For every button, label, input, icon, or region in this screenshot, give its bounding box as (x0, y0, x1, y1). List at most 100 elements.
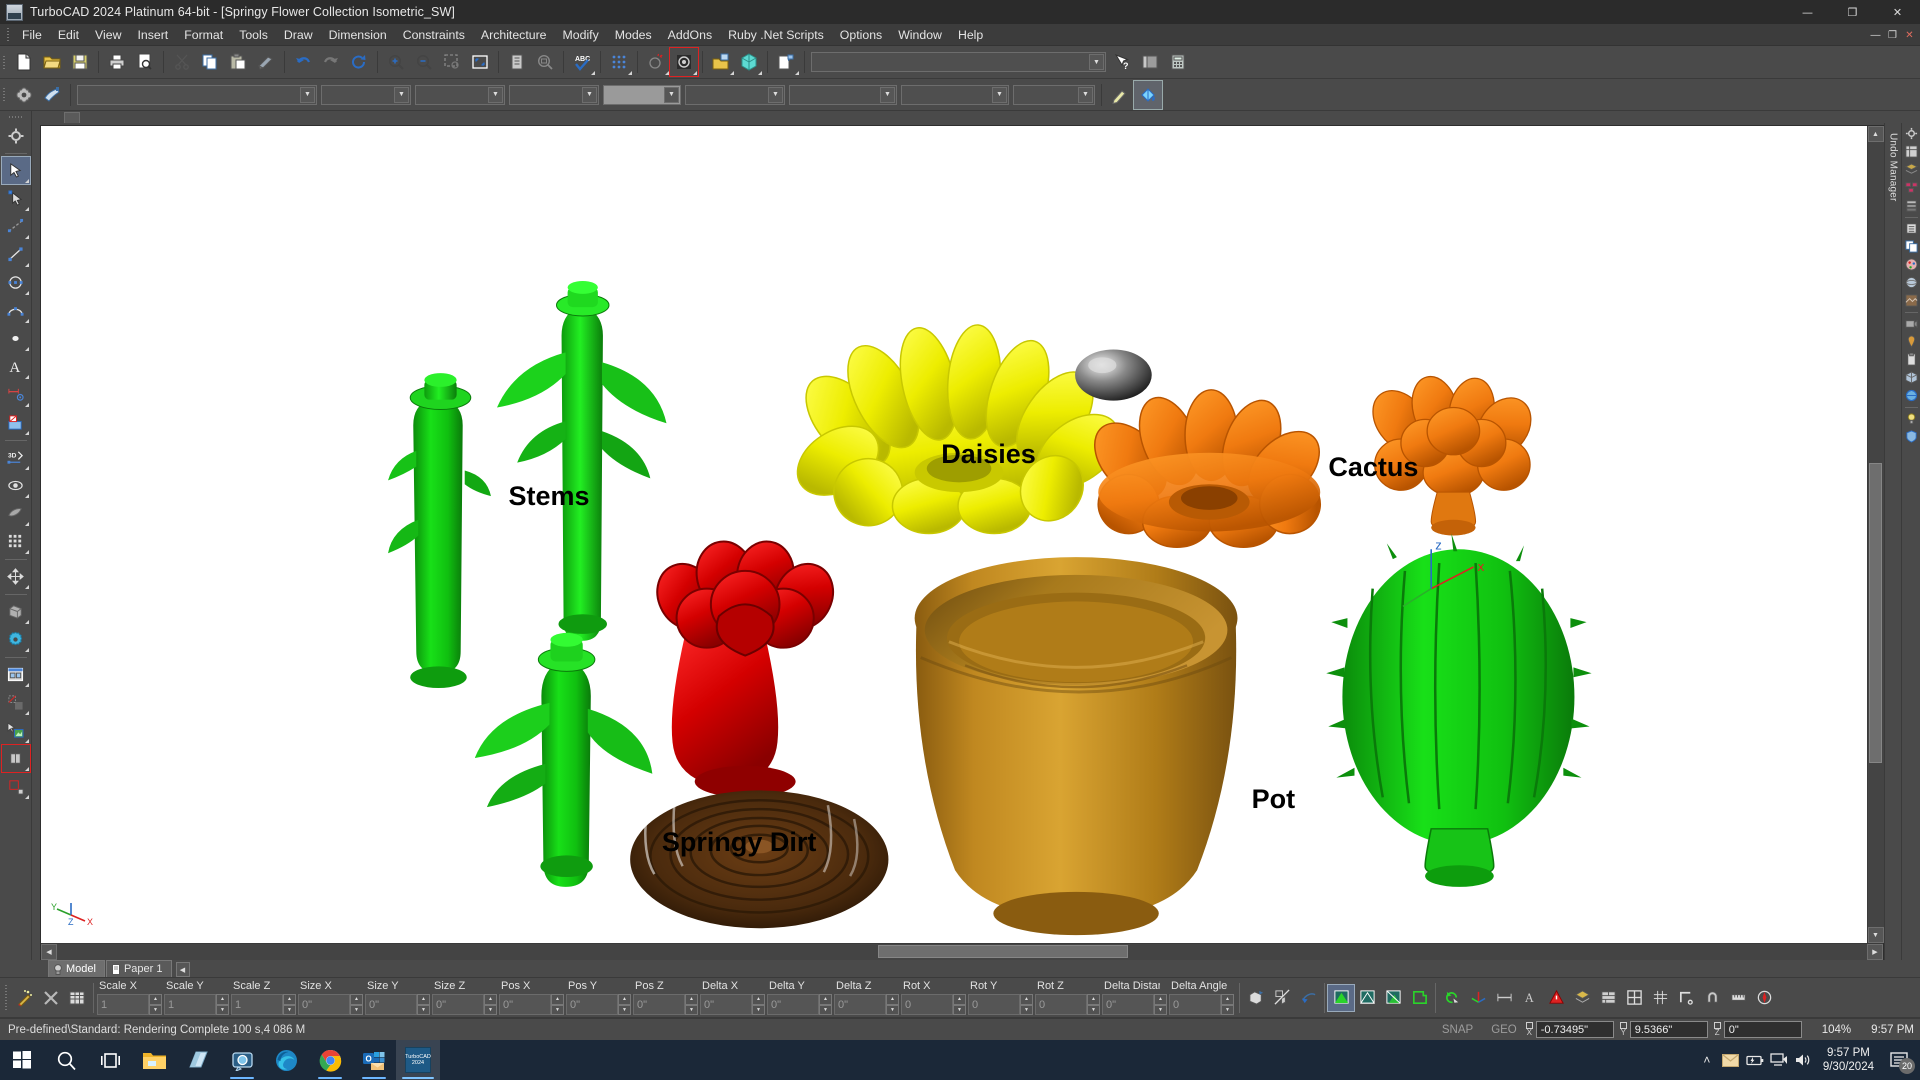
scale-x-stepper[interactable]: ▲ ▼ (149, 994, 162, 1015)
size-x-input[interactable] (298, 994, 350, 1015)
scroll-right-button[interactable]: ▶ (1867, 943, 1883, 960)
standard-toolbar-grip[interactable] (0, 54, 7, 70)
outlook-button[interactable]: O (352, 1040, 396, 1080)
pen-style-icon[interactable] (10, 81, 38, 109)
mail-tray-icon[interactable] (1719, 1040, 1743, 1080)
menu-tools[interactable]: Tools (231, 25, 276, 45)
vertical-scroll-track[interactable] (1867, 142, 1884, 927)
chevron-down-icon[interactable]: ▼ (768, 86, 783, 103)
snap-indicator[interactable]: SNAP (1433, 1024, 1482, 1036)
battery-tray-icon[interactable] (1743, 1040, 1767, 1080)
render-shaded-icon[interactable] (1327, 983, 1355, 1012)
menu-constraints[interactable]: Constraints (395, 25, 473, 45)
sidebar-item-point-tool[interactable] (2, 213, 30, 240)
sidebar-item-node-edit-tool[interactable] (2, 185, 30, 212)
pos-x-input[interactable] (499, 994, 551, 1015)
clear-selection-icon[interactable] (38, 985, 64, 1011)
render-wireframe-icon[interactable] (1354, 985, 1380, 1011)
print-icon[interactable] (103, 48, 131, 76)
coord-y-input[interactable] (1629, 1021, 1708, 1038)
zoom-level[interactable]: 104% (1808, 1024, 1865, 1036)
rot-z-input[interactable] (1035, 994, 1087, 1015)
document-close-button[interactable]: ✕ (1901, 25, 1918, 45)
sidebar-item-select-image-tool[interactable] (2, 717, 30, 744)
sidebar-item-render-tool[interactable] (2, 500, 30, 527)
sidebar-item-dimension-tool[interactable] (2, 381, 30, 408)
menu-addons[interactable]: AddOns (660, 25, 720, 45)
menu-ruby-net-scripts[interactable]: Ruby .Net Scripts (720, 25, 832, 45)
search-button[interactable] (44, 1040, 88, 1080)
ruler-icon[interactable] (1725, 985, 1751, 1011)
menu-options[interactable]: Options (832, 25, 890, 45)
chevron-down-icon[interactable]: ▼ (992, 86, 1007, 103)
zoom-in-icon[interactable] (382, 48, 410, 76)
table-icon[interactable] (64, 985, 90, 1011)
undo-view-icon[interactable] (1439, 985, 1465, 1011)
document-minimize-button[interactable]: — (1867, 25, 1884, 45)
sidebar-item-move-tool[interactable] (2, 563, 30, 590)
menu-dimension[interactable]: Dimension (321, 25, 395, 45)
horizontal-scroll-track[interactable] (57, 943, 1867, 960)
panel-icon[interactable] (1136, 48, 1164, 76)
menu-grip[interactable] (4, 27, 11, 43)
sidebar-item-circle-tool[interactable] (2, 269, 30, 296)
menu-modes[interactable]: Modes (607, 25, 660, 45)
menu-draw[interactable]: Draw (276, 25, 321, 45)
rot-y-input[interactable] (968, 994, 1020, 1015)
sphere-icon[interactable] (1903, 274, 1920, 291)
property-bar-grip[interactable] (2, 983, 9, 1013)
layer-combo[interactable]: ▼ (509, 84, 599, 105)
sidebar-item-solid-tool[interactable] (2, 598, 30, 625)
tray-chevron-icon[interactable]: ˄ (1695, 1040, 1719, 1080)
copy-icon[interactable] (196, 48, 224, 76)
chevron-down-icon[interactable]: ▼ (300, 86, 315, 103)
menu-window[interactable]: Window (890, 25, 950, 45)
menu-format[interactable]: Format (176, 25, 231, 45)
pos-z-input[interactable] (633, 994, 685, 1015)
render-draft-icon[interactable] (1406, 985, 1432, 1011)
undo-manager-tab[interactable]: Undo Manager (1884, 123, 1901, 960)
sidebar-item-hatch-tool[interactable] (2, 409, 30, 436)
command-search-input[interactable]: ▼ (811, 52, 1106, 72)
chevron-down-icon[interactable]: ▼ (1089, 54, 1104, 70)
cube-icon[interactable] (1903, 369, 1920, 386)
pos-y-input[interactable] (566, 994, 618, 1015)
size-z-input[interactable] (432, 994, 484, 1015)
redo-icon[interactable] (317, 48, 345, 76)
geo-indicator[interactable]: GEO (1482, 1024, 1526, 1036)
close-button[interactable]: ✕ (1875, 0, 1920, 24)
chrome-button[interactable] (308, 1040, 352, 1080)
g3ear-icon[interactable] (1903, 125, 1920, 142)
delta-distance-stepper[interactable]: ▲ ▼ (1154, 994, 1167, 1015)
scale-z-input[interactable] (231, 994, 283, 1015)
volume-tray-icon[interactable] (1791, 1040, 1815, 1080)
extra-combo[interactable]: ▼ (1013, 84, 1095, 105)
horizontal-scrollbar[interactable]: ◀ ▶ (41, 943, 1883, 960)
minimize-button[interactable]: — (1785, 0, 1830, 24)
delta-x-stepper[interactable]: ▲ ▼ (752, 994, 765, 1015)
chevron-down-icon[interactable]: ▼ (880, 86, 895, 103)
scale-y-input[interactable] (164, 994, 216, 1015)
save-icon[interactable] (66, 48, 94, 76)
size-y-stepper[interactable]: ▲ ▼ (417, 994, 430, 1015)
print-preview-icon[interactable] (131, 48, 159, 76)
horizontal-scroll-thumb[interactable] (878, 945, 1128, 958)
chevron-down-icon[interactable]: ▼ (488, 86, 503, 103)
copy-icon[interactable] (1903, 238, 1920, 255)
texture-icon[interactable] (1903, 292, 1920, 309)
help-arrow-icon[interactable]: ? (1108, 48, 1136, 76)
sidebar-item-camera-tool[interactable] (2, 472, 30, 499)
cut-icon[interactable] (168, 48, 196, 76)
grid-panel-icon[interactable] (1903, 143, 1920, 160)
zoom-extents-icon[interactable] (466, 48, 494, 76)
scroll-up-button[interactable]: ▲ (1867, 126, 1884, 142)
delta-z-stepper[interactable]: ▲ ▼ (886, 994, 899, 1015)
line-color-combo[interactable]: ▼ (321, 84, 411, 105)
layers-icon[interactable] (1903, 161, 1920, 178)
delta-x-input[interactable] (700, 994, 752, 1015)
scale-x-input[interactable] (97, 994, 149, 1015)
render-ball-icon[interactable] (669, 47, 699, 77)
list-icon[interactable] (1903, 220, 1920, 237)
scroll-left-button[interactable]: ◀ (41, 943, 57, 960)
cube-view-icon[interactable] (735, 48, 763, 76)
